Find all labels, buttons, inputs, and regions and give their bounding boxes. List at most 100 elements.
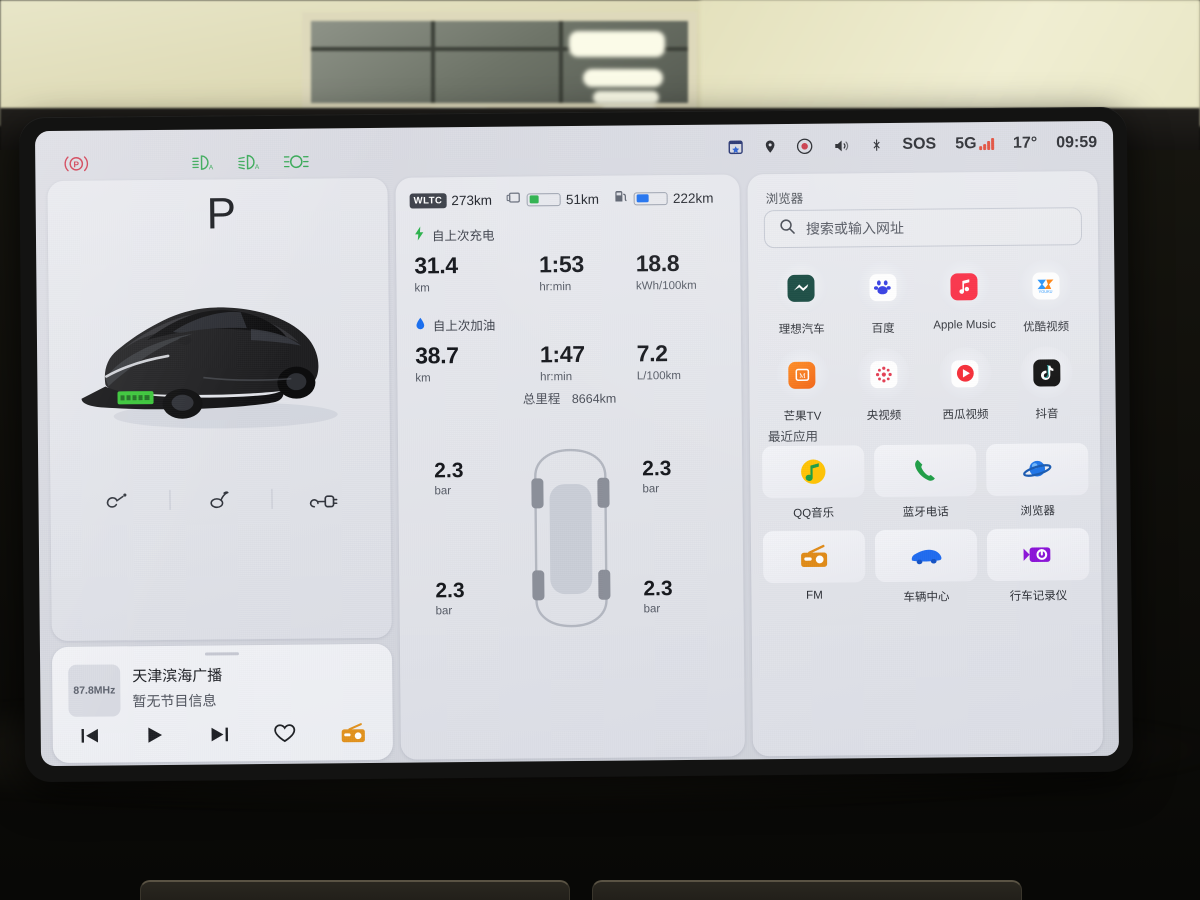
recent-app-bluetooth-phone[interactable]: 蓝牙电话 bbox=[874, 444, 977, 520]
app-icon-wrap bbox=[775, 261, 828, 315]
app-xigua-video[interactable]: 西瓜视频 bbox=[924, 347, 1006, 423]
stat-unit: km bbox=[414, 282, 430, 295]
air-vent-left bbox=[140, 880, 570, 900]
app-label: 芒果TV bbox=[783, 410, 822, 424]
stat-value: 7.2 bbox=[636, 340, 668, 367]
since-refuel-block: 自上次加油 38.7 km 1:47 hr:min 7.2 L/100km bbox=[415, 313, 728, 385]
battery-gauge bbox=[526, 192, 561, 206]
media-player-panel[interactable]: 87.8MHz 天津滨海广播 暂无节目信息 bbox=[51, 643, 394, 764]
play-icon[interactable] bbox=[143, 724, 165, 749]
wltc-range-value: 273km bbox=[451, 192, 492, 208]
stat-distance: 38.7 km bbox=[415, 341, 540, 384]
stat-duration: 1:47 hr:min bbox=[540, 340, 637, 383]
drag-handle[interactable] bbox=[204, 652, 240, 656]
app-cctv-video[interactable]: 央视频 bbox=[843, 347, 925, 424]
app-label: 理想汽车 bbox=[778, 323, 825, 337]
location-icon[interactable] bbox=[763, 138, 777, 155]
stat-value: 38.7 bbox=[415, 342, 459, 369]
app-icon-wrap bbox=[938, 347, 992, 400]
vehicle-status-panel[interactable]: P bbox=[47, 177, 392, 642]
odometer-label: 总里程 bbox=[522, 392, 561, 407]
since-charge-header: 自上次充电 bbox=[414, 223, 726, 245]
previous-icon[interactable] bbox=[79, 725, 101, 750]
recent-app-browser[interactable]: 浏览器 bbox=[986, 443, 1089, 519]
clock: 09:59 bbox=[1056, 133, 1098, 152]
odometer-value: 8664km bbox=[571, 391, 617, 407]
network-label: 5G bbox=[955, 135, 977, 153]
favorite-heart-icon[interactable] bbox=[273, 723, 297, 749]
app-douyin[interactable]: 抖音 bbox=[1006, 346, 1088, 422]
recent-apps-grid: QQ音乐 蓝牙电话 浏览器 FM 车辆中心 行车记录仪 bbox=[762, 443, 1090, 606]
app-baidu[interactable]: 百度 bbox=[842, 260, 924, 337]
app-label: 百度 bbox=[871, 322, 895, 336]
fuel-cap-icon[interactable] bbox=[192, 481, 248, 518]
track-metadata: 天津滨海广播 暂无节目信息 bbox=[132, 664, 222, 711]
bluetooth-icon[interactable] bbox=[870, 136, 883, 154]
window-mullion bbox=[559, 21, 563, 103]
radio-source-icon[interactable] bbox=[340, 722, 367, 749]
app-icon-wrap bbox=[938, 260, 991, 313]
program-info: 暂无节目信息 bbox=[132, 692, 217, 710]
recent-app-label: 车辆中心 bbox=[903, 591, 950, 604]
charge-port-icon[interactable] bbox=[294, 480, 350, 517]
search-input[interactable] bbox=[805, 218, 1068, 237]
ceiling-light bbox=[569, 31, 665, 57]
calendar-icon[interactable] bbox=[727, 138, 744, 155]
sos-label[interactable]: SOS bbox=[902, 136, 936, 154]
app-label: 央视频 bbox=[866, 409, 902, 423]
fuel-drop-icon bbox=[415, 316, 426, 333]
infotainment-screen[interactable]: SOS 5G 17° 09:59 P A A P 87.8MHz 天津滨海广播 … bbox=[34, 120, 1120, 767]
app-mango-tv[interactable]: M 芒果TV bbox=[761, 348, 843, 424]
auto-low-beam-icon: A bbox=[237, 152, 261, 177]
recent-app-tile bbox=[762, 530, 866, 584]
stat-value: 18.8 bbox=[635, 250, 680, 277]
window-reflection bbox=[302, 12, 697, 125]
recent-app-qq-music[interactable]: QQ音乐 bbox=[762, 445, 865, 521]
app-icon-wrap: M bbox=[775, 348, 829, 402]
signal-strength-icon bbox=[979, 137, 995, 151]
search-icon bbox=[779, 218, 796, 240]
recent-app-fm[interactable]: FM bbox=[762, 530, 866, 606]
climate-controls: ‹ 17.0 › OFF bbox=[401, 761, 1103, 766]
recent-app-dashcam[interactable]: 行车记录仪 bbox=[986, 528, 1090, 604]
app-youku[interactable]: YOUKU 优酷视频 bbox=[1005, 259, 1087, 335]
pressure-unit: bar bbox=[434, 485, 452, 498]
volume-icon[interactable] bbox=[832, 137, 851, 154]
vehicle-center-icon bbox=[911, 549, 942, 565]
tire-pressure-monitor[interactable]: 2.3 bar 2.3 bar 2.3 bar 2.3 bar bbox=[412, 437, 730, 640]
browser-panel[interactable]: 浏览器 理想汽车 百 bbox=[747, 170, 1103, 757]
tire-front-left: 2.3 bar bbox=[434, 459, 508, 498]
app-label: Apple Music bbox=[933, 318, 996, 332]
gear-indicator: P bbox=[206, 189, 238, 239]
fuel-flap-icon[interactable] bbox=[90, 482, 146, 519]
record-icon[interactable] bbox=[796, 137, 813, 154]
next-icon[interactable] bbox=[208, 724, 230, 749]
fuel-range: 222km bbox=[613, 188, 714, 208]
douyin-icon bbox=[1032, 358, 1061, 387]
browser-globe-icon bbox=[1023, 460, 1052, 477]
svg-text:P: P bbox=[73, 159, 79, 169]
pressure-unit: bar bbox=[435, 605, 453, 618]
recent-app-label: FM bbox=[806, 589, 823, 602]
vehicle-top-view bbox=[511, 439, 631, 641]
stat-unit: hr:min bbox=[540, 371, 573, 384]
climate-dock[interactable]: ‹ 17.0 › OFF bbox=[401, 760, 1104, 767]
vehicle-render[interactable] bbox=[74, 264, 366, 437]
fuel-pump-icon bbox=[613, 189, 629, 208]
since-refuel-header: 自上次加油 bbox=[415, 313, 727, 335]
battery-range: 51km bbox=[506, 189, 599, 209]
station-name: 天津滨海广播 bbox=[132, 667, 223, 686]
search-bar[interactable] bbox=[763, 207, 1083, 249]
recent-app-label: 行车记录仪 bbox=[1009, 590, 1068, 603]
fuel-gauge bbox=[633, 191, 668, 205]
stat-unit: km bbox=[415, 372, 431, 385]
energy-panel[interactable]: WLTC 273km 51km 222km 自上次充电 31.4 km 1:53… bbox=[395, 174, 746, 760]
favorite-apps-grid: 理想汽车 百度 Apple Music YOUKU 优酷视频 M 芒果TV 央视… bbox=[760, 259, 1088, 424]
app-li-auto[interactable]: 理想汽车 bbox=[760, 261, 842, 337]
app-apple-music[interactable]: Apple Music bbox=[923, 260, 1005, 336]
recent-app-vehicle-center[interactable]: 车辆中心 bbox=[874, 529, 978, 605]
recent-app-label: QQ音乐 bbox=[793, 507, 835, 520]
battery-range-value: 51km bbox=[565, 191, 599, 207]
auto-high-beam-icon: A bbox=[191, 152, 215, 177]
stat-duration: 1:53 hr:min bbox=[539, 250, 636, 293]
